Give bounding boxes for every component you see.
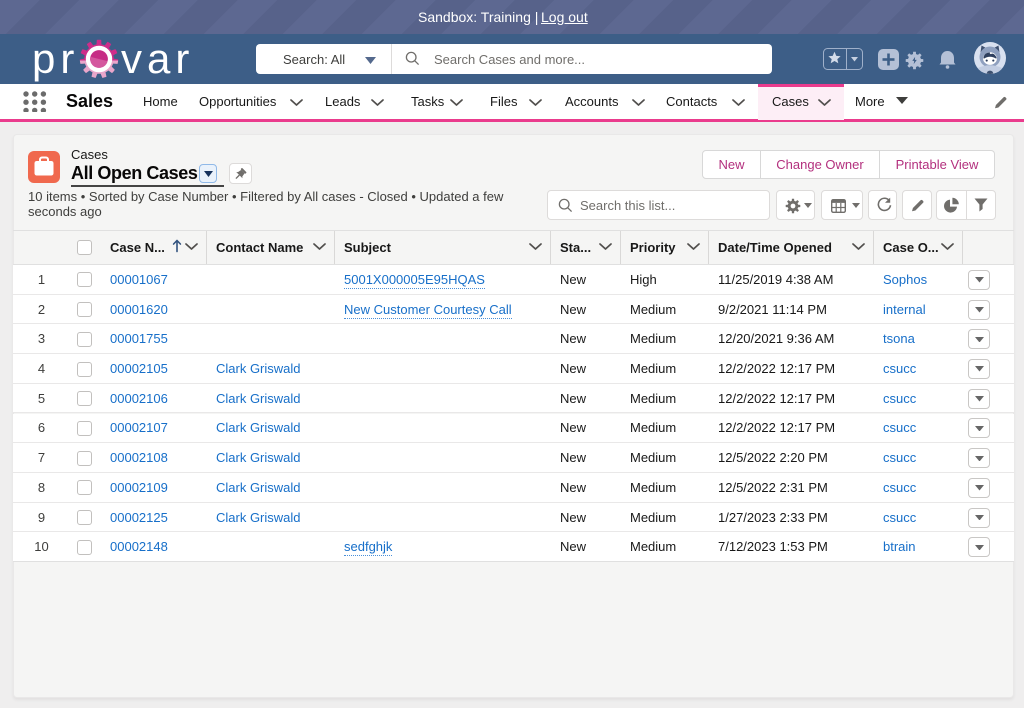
svg-text:var: var bbox=[121, 36, 194, 82]
svg-text:pr: pr bbox=[32, 36, 79, 82]
